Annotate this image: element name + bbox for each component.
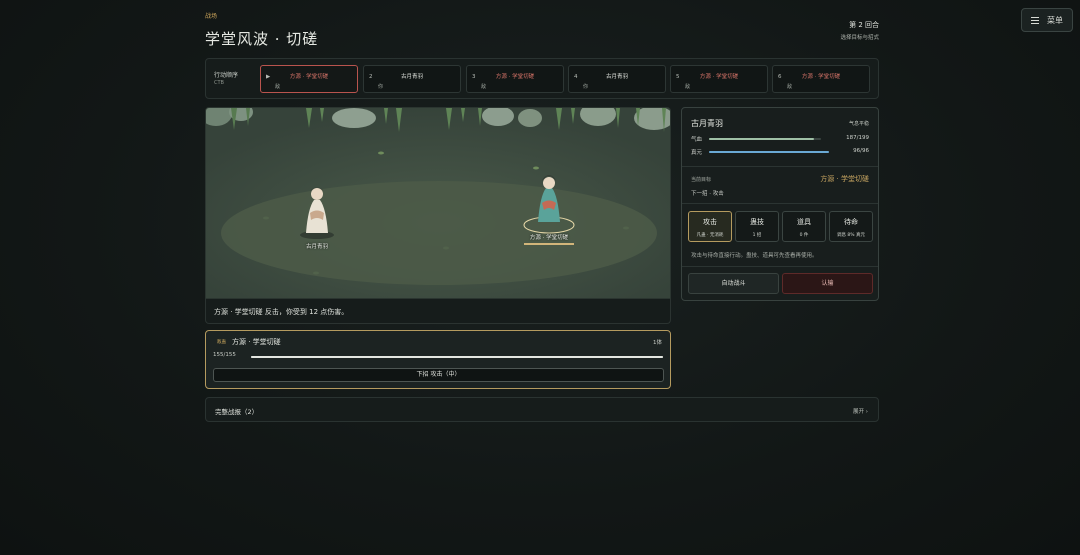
mp-value: 96/96 (853, 148, 869, 154)
item-button[interactable]: 道具 0 件 (782, 211, 826, 242)
expand-link[interactable]: 展开 › (853, 407, 868, 415)
arena-floor (221, 181, 657, 285)
turn-side: 敌 (481, 84, 487, 90)
turn-side: 敌 (787, 84, 793, 90)
action-label: 蛊技 (750, 218, 764, 226)
next-action: 下一招 · 攻击 (691, 191, 724, 197)
auto-battle-button[interactable]: 自动战斗 (688, 273, 779, 294)
turn-side: 敌 (685, 84, 691, 90)
menu-label: 菜单 (1047, 15, 1063, 25)
action-sub: 0 件 (799, 233, 809, 238)
turn-order-label: 行动顺序 (214, 72, 239, 79)
enemy-hp-text: 155/155 (213, 352, 236, 358)
action-label: 待命 (844, 218, 858, 226)
turn-side: 敌 (275, 84, 281, 90)
hamburger-icon (1031, 16, 1039, 24)
hp-value: 187/199 (846, 135, 869, 141)
mp-label: 真元 (691, 150, 703, 156)
player-name-label: 古月青羽 (305, 244, 328, 250)
player-stance: 气息平稳 (848, 121, 869, 127)
action-label: 道具 (797, 218, 811, 226)
mp-fill (709, 151, 829, 153)
enemy-intent: 下招 攻击（中） (213, 368, 664, 382)
turn-name: 古月青羽 (605, 74, 628, 80)
turn-slot[interactable]: 5 方源 · 学堂切磋 敌 (670, 65, 768, 93)
turn-slot[interactable]: ▶ 方源 · 学堂切磋 敌 (260, 65, 358, 93)
hp-fill (709, 138, 815, 140)
turn-order-bar: 行动顺序 CTB ▶ 方源 · 学堂切磋 敌 2 古月青羽 你 3 方源 · 学… (205, 58, 879, 99)
battle-report-collapsed[interactable]: 完整战报（2） 展开 › (205, 397, 879, 422)
enemy-count: 1体 (653, 340, 662, 346)
turn-name: 方源 · 学堂切磋 (495, 74, 535, 80)
turn-slot[interactable]: 4 古月青羽 你 (568, 65, 666, 93)
action-sub: 凡蛊 · 无消耗 (696, 233, 724, 238)
battle-scene (206, 108, 670, 298)
enemy-hp-bar (251, 356, 663, 358)
page-title: 学堂风波 · 切磋 (205, 30, 319, 48)
enemy-hp-fill (251, 356, 663, 358)
action-label: 攻击 (703, 218, 717, 226)
surrender-button[interactable]: 认输 (782, 273, 873, 294)
turn-slot[interactable]: 2 古月青羽 你 (363, 65, 461, 93)
menu-button[interactable]: 菜单 (1021, 8, 1073, 32)
report-label: 完整战报（2） (215, 408, 259, 416)
round-counter: 第 2 回合 (849, 21, 879, 29)
hp-label: 气血 (691, 137, 703, 143)
wait-button[interactable]: 待命 调息 8% 真元 (829, 211, 873, 242)
turn-order-sub: CTB (214, 80, 224, 86)
current-target-value[interactable]: 方源 · 学堂切磋 (820, 174, 869, 184)
turn-side: 你 (583, 84, 589, 90)
skill-button[interactable]: 蛊技 1 招 (735, 211, 779, 242)
action-hint: 攻击与待命直接行动。蛊技、道具可先查看再使用。 (691, 253, 818, 259)
enemy-name: 方源 · 学堂切磋 (232, 338, 281, 346)
player-name: 古月青羽 (691, 119, 723, 128)
turn-slot[interactable]: 3 方源 · 学堂切磋 敌 (466, 65, 564, 93)
turn-side: 你 (378, 84, 384, 90)
action-sub: 调息 8% 真元 (837, 233, 865, 238)
battle-log-line: 方源 · 学堂切磋 反击，你受到 12 点伤害。 (205, 299, 671, 324)
enemy-field-hp-fill (524, 243, 574, 245)
round-hint: 选择目标与招式 (840, 35, 879, 41)
hp-bar (709, 138, 821, 140)
enemy-name-label: 方源 · 学堂切磋 (529, 235, 569, 241)
turn-name: 方源 · 学堂切磋 (801, 74, 841, 80)
enemy-target-card[interactable]: 敌蛊 方源 · 学堂切磋 1体 155/155 下招 攻击（中） (205, 330, 671, 389)
attack-button[interactable]: 攻击 凡蛊 · 无消耗 (688, 211, 732, 242)
battle-field: 古月青羽 方源 · 学堂切磋 (205, 107, 671, 299)
turn-name: 方源 · 学堂切磋 (289, 74, 329, 80)
divider (682, 166, 878, 167)
divider (682, 266, 878, 267)
turn-name: 方源 · 学堂切磋 (699, 74, 739, 80)
enemy-tag: 敌蛊 (217, 340, 226, 345)
turn-slot[interactable]: 6 方源 · 学堂切磋 敌 (772, 65, 870, 93)
player-panel: 古月青羽 气息平稳 气血 187/199 真元 96/96 当前目标 方源 · … (681, 107, 879, 301)
mp-bar (709, 151, 829, 153)
action-sub: 1 招 (752, 233, 762, 238)
current-target-label: 当前目标 (691, 177, 712, 183)
divider (682, 203, 878, 204)
breadcrumb: 战场 (205, 13, 218, 20)
turn-name: 古月青羽 (400, 74, 423, 80)
